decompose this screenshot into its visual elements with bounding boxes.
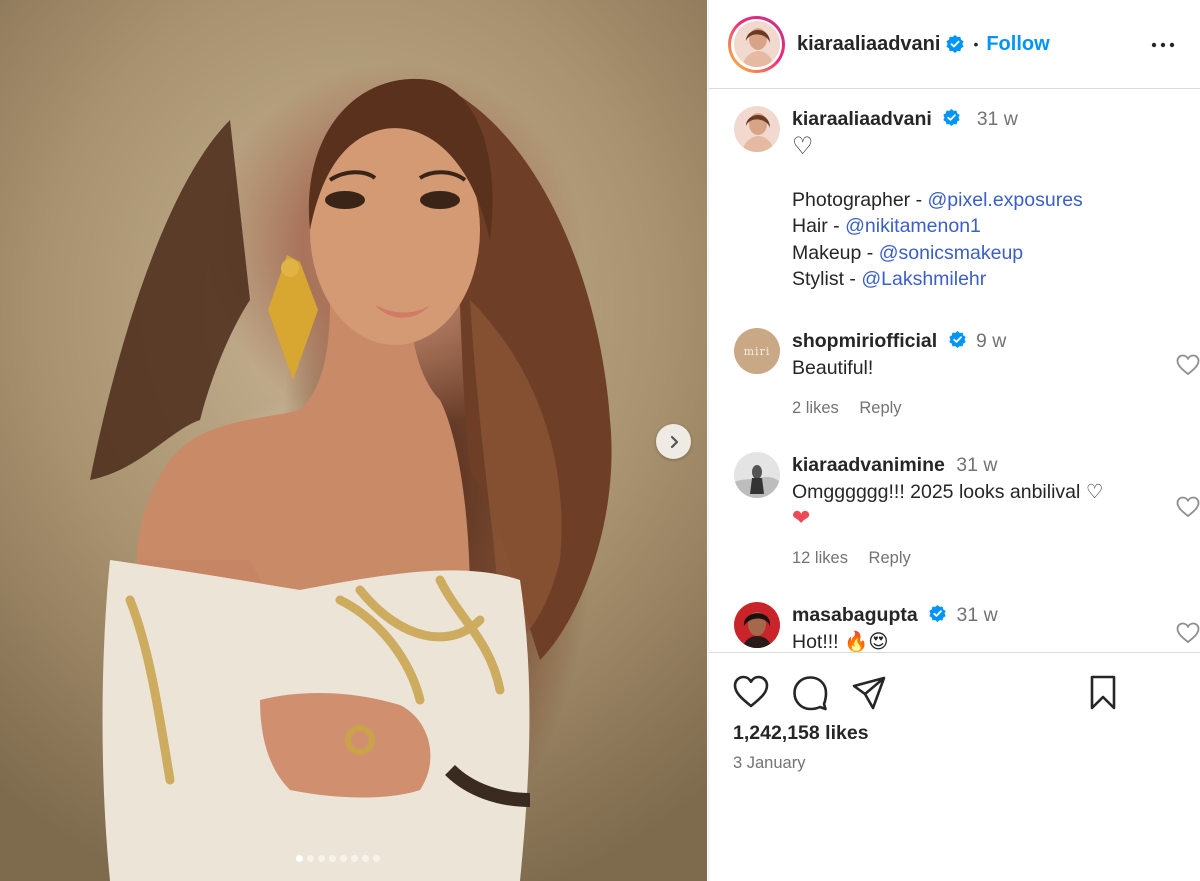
- follow-button[interactable]: Follow: [986, 33, 1049, 56]
- share-icon[interactable]: [851, 675, 887, 711]
- mention-link[interactable]: @Lakshmilehr: [861, 268, 986, 290]
- comment-username[interactable]: kiaraadvanimine: [792, 454, 945, 476]
- heart-icon[interactable]: [1176, 354, 1200, 376]
- comment-username[interactable]: shopmiriofficial: [792, 330, 937, 352]
- avatar[interactable]: [734, 452, 780, 498]
- caption-time: 31 w: [976, 108, 1018, 130]
- comment-text: Hot!!! 🔥😍: [792, 630, 889, 653]
- header-separator: •: [973, 36, 979, 52]
- post-sidebar: kiaraaliaadvani • Follow kiaraaliaadvani: [708, 0, 1200, 881]
- post-image[interactable]: [0, 0, 707, 881]
- credit-label: Stylist -: [792, 268, 862, 290]
- comments-list[interactable]: kiaraaliaadvani 31 w ♡ Photographer - @p…: [709, 90, 1200, 652]
- comment-item: miri shopmiriofficial 9 w Beautiful! 2 l…: [734, 328, 1200, 428]
- carousel-dots: [296, 855, 380, 862]
- credit-label: Photographer -: [792, 188, 928, 211]
- next-slide-button[interactable]: [656, 424, 691, 459]
- caption-username[interactable]: kiaraaliaadvani: [792, 108, 932, 130]
- likes-count[interactable]: 1,242,158 likes: [733, 722, 869, 745]
- post-date: 3 January: [733, 754, 806, 772]
- credit-label: Makeup -: [792, 241, 879, 264]
- carousel-dot: [296, 855, 303, 862]
- author-avatar[interactable]: [728, 15, 785, 73]
- verified-icon: [946, 35, 965, 53]
- heart-icon[interactable]: [733, 675, 769, 709]
- caption-heart: ♡: [792, 132, 814, 160]
- carousel-dot: [373, 855, 380, 862]
- bookmark-icon[interactable]: [1089, 675, 1117, 711]
- credit-label: Hair -: [792, 215, 846, 237]
- comment-text-emoji: ❤: [792, 505, 811, 530]
- mention-link[interactable]: @sonicsmakeup: [879, 242, 1023, 264]
- caption-credit-line: Photographer - @pixel.exposures: [792, 187, 1162, 214]
- avatar-image: [733, 21, 780, 67]
- avatar-text: miri: [743, 344, 771, 358]
- comment-time: 9 w: [976, 330, 1007, 352]
- carousel-dot: [318, 855, 325, 862]
- caption-credit-line: Makeup - @sonicsmakeup: [792, 240, 1162, 267]
- comment-text: Beautiful!: [792, 356, 874, 379]
- heart-icon[interactable]: [1176, 622, 1200, 644]
- mention-link[interactable]: @nikitamenon1: [845, 215, 981, 237]
- verified-icon: [948, 331, 966, 349]
- heart-icon[interactable]: [1176, 496, 1200, 518]
- reply-button[interactable]: Reply: [869, 549, 911, 567]
- comment-item: masabagupta 31 w Hot!!! 🔥😍: [734, 602, 1200, 653]
- comment-time: 31 w: [956, 454, 998, 476]
- author-username[interactable]: kiaraaliaadvani: [797, 33, 940, 56]
- verified-icon: [929, 605, 946, 623]
- verified-icon: [943, 109, 960, 127]
- comment-icon[interactable]: [792, 675, 828, 711]
- caption-credit-line: Hair - @nikitamenon1: [792, 213, 1162, 240]
- carousel-dot: [351, 855, 358, 862]
- comment-text: Omgggggg!!! 2025 looks anbilival ♡: [792, 480, 1104, 503]
- avatar[interactable]: [734, 106, 780, 152]
- carousel-dot: [307, 855, 314, 862]
- post-header: kiaraaliaadvani • Follow: [709, 0, 1200, 89]
- chevron-right-icon: [670, 435, 678, 448]
- comment-likes[interactable]: 2 likes: [792, 399, 839, 417]
- carousel-dot: [340, 855, 347, 862]
- comment-time: 31 w: [956, 604, 998, 626]
- comment-username[interactable]: masabagupta: [792, 604, 918, 626]
- reply-button[interactable]: Reply: [859, 399, 901, 417]
- more-icon[interactable]: [1151, 33, 1175, 57]
- portrait-illustration: [90, 78, 612, 881]
- avatar[interactable]: [734, 602, 780, 648]
- caption-credit-line: Stylist - @Lakshmilehr: [792, 266, 1162, 293]
- carousel-dot: [362, 855, 369, 862]
- comment-likes[interactable]: 12 likes: [792, 549, 848, 567]
- carousel-dot: [329, 855, 336, 862]
- mention-link[interactable]: @pixel.exposures: [928, 189, 1083, 211]
- comment-item: kiaraadvanimine 31 w Omgggggg!!! 2025 lo…: [734, 452, 1200, 582]
- avatar[interactable]: miri: [734, 328, 780, 374]
